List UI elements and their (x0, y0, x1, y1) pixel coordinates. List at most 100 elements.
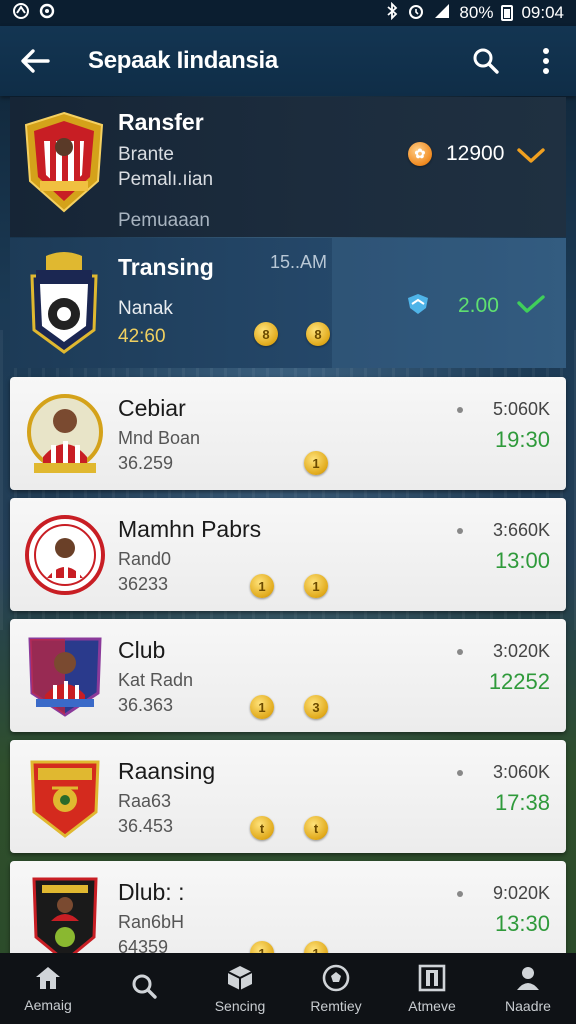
list-item-title: Cebiar (118, 395, 186, 421)
nav-item-atmeve[interactable]: Atmeve (384, 953, 480, 1024)
coin-icon: 8 (254, 322, 278, 346)
list-item-subtitle: Kat Radn (118, 670, 194, 690)
battery-icon (501, 5, 514, 21)
coin-icon: 1 (250, 695, 274, 719)
list-item-title: Raansing (118, 758, 216, 784)
clock: 09:04 (521, 3, 564, 22)
featured-value: 12900 (446, 142, 505, 165)
list-item-subtitle: Raa63 (118, 791, 172, 811)
bracket-icon (418, 964, 446, 991)
list-item-subtitle: Ran6bH (118, 912, 185, 932)
chevron-down-icon[interactable] (516, 147, 546, 170)
home-icon (36, 966, 60, 989)
back-button[interactable] (0, 26, 70, 96)
featured-title: Transing (118, 254, 214, 280)
shield-icon (406, 292, 430, 321)
bottom-nav: Aemaig Sencing Remtiey Atmeve Naadre (0, 953, 576, 1024)
nav-item-search[interactable] (96, 953, 192, 1024)
arrow-left-icon (21, 49, 50, 73)
list-item-amount: 3:060K (492, 762, 550, 782)
status-bar: 80% 09:04 (0, 0, 576, 26)
list-item-number: 36.259 (118, 453, 174, 473)
dot-icon (457, 407, 463, 413)
page-title: Sepaak Iindansia (88, 47, 278, 74)
nav-label: Sencing (214, 997, 266, 1014)
list-item-title: Club (118, 637, 166, 663)
search-icon (473, 48, 499, 74)
featured-time: 15..AM (270, 252, 328, 272)
featured-line: Pemalı.ıian (118, 169, 214, 190)
location-icon (12, 2, 30, 24)
featured-line: Nanak (118, 298, 173, 319)
nav-label: Atmeve (408, 997, 456, 1014)
list-item-number: 36.453 (118, 816, 174, 836)
check-icon[interactable] (516, 294, 546, 319)
nav-label: Remtiey (310, 997, 362, 1014)
nav-label: Aemaig (24, 996, 72, 1013)
dot-icon (457, 528, 463, 534)
list-item[interactable]: Raansing Raa63 36.453 t t 3:060K 17:38 (10, 740, 566, 853)
signal-icon (433, 2, 451, 24)
coin-icon: t (250, 816, 274, 840)
list-item-time: 19:30 (494, 427, 550, 452)
battery-percent: 80% (459, 3, 494, 22)
list-item-time: 12252 (488, 669, 550, 694)
list-item-number: 36.363 (118, 695, 174, 715)
list-item-time: 13:00 (494, 548, 550, 573)
list-item-amount: 3:020K (492, 641, 550, 661)
featured-title: Ransfer (118, 109, 204, 135)
list-item-time: 13:30 (494, 911, 550, 936)
list-item[interactable]: Club Kat Radn 36.363 1 3 3:020K 12252 (10, 619, 566, 732)
coin-icon: ✿ (408, 142, 432, 166)
box-icon (227, 965, 253, 990)
featured-value: 2.00 (458, 294, 499, 317)
nav-item-remtiey[interactable]: Remtiey (288, 953, 384, 1024)
nav-item-sencing[interactable]: Sencing (192, 953, 288, 1024)
club-crest (24, 875, 106, 961)
search-icon (132, 974, 157, 999)
dot-icon (457, 649, 463, 655)
more-vert-icon (543, 48, 549, 74)
list-item-amount: 3:660K (492, 520, 550, 540)
featured-card[interactable]: Transing 15..AM Nanak 42:60 8 8 2.00 (10, 238, 566, 368)
featured-card[interactable]: Ransfer Brante Pemalı.ıian Pemuaaan ✿ 12… (10, 97, 566, 237)
bluetooth-icon (385, 1, 399, 24)
club-crest (24, 391, 106, 477)
club-crest (22, 111, 106, 215)
app-bar: Sepaak Iindansia (0, 26, 576, 96)
coin-icon: t (304, 816, 328, 840)
coin-icon: 1 (250, 574, 274, 598)
nav-item-home[interactable]: Aemaig (0, 953, 96, 1024)
list-item-amount: 5:060K (492, 399, 550, 419)
list-item-number: 36233 (118, 574, 169, 594)
person-icon (517, 966, 539, 990)
featured-line: 42:60 (118, 326, 166, 347)
nav-item-naadre[interactable]: Naadre (480, 953, 576, 1024)
club-crest (26, 250, 102, 356)
alarm-icon (407, 2, 425, 24)
featured-meta: Pemuaaan (118, 210, 210, 231)
coin-icon: 1 (304, 451, 328, 475)
dot-icon (457, 770, 463, 776)
search-button[interactable] (456, 26, 516, 96)
coin-icon: 8 (306, 322, 330, 346)
list-item-time: 17:38 (494, 790, 550, 815)
list-item[interactable]: Cebiar Mnd Boan 36.259 1 5:060K 19:30 (10, 377, 566, 490)
list-item-title: Mamhn Pabrs (118, 516, 262, 542)
coin-icon: 1 (304, 574, 328, 598)
list-item-subtitle: Rand0 (118, 549, 172, 569)
nav-label: Naadre (505, 997, 551, 1014)
ball-icon (322, 964, 350, 991)
more-button[interactable] (516, 26, 576, 96)
list-item[interactable]: Mamhn Pabrs Rand0 36233 1 1 3:660K 13:00 (10, 498, 566, 611)
dot-icon (457, 891, 463, 897)
club-crest (24, 754, 106, 840)
featured-line: Brante (118, 144, 174, 165)
club-crest (24, 512, 106, 598)
list-item-amount: 9:020K (492, 883, 550, 903)
club-crest (24, 633, 106, 719)
list-item-title: Dlub: : (118, 879, 185, 905)
coin-icon: 3 (304, 695, 328, 719)
sync-icon (38, 2, 56, 24)
list-item-subtitle: Mnd Boan (118, 428, 201, 448)
